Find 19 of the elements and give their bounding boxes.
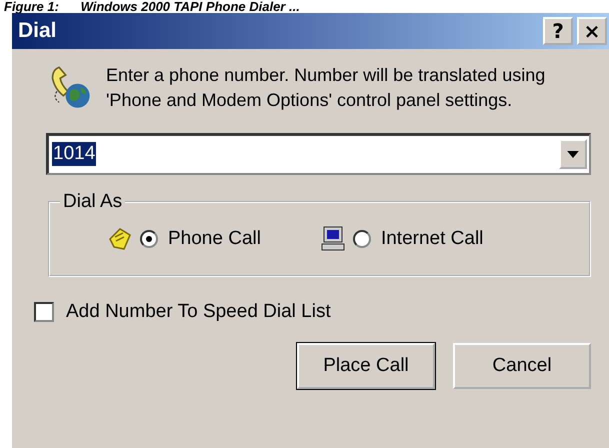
radio-label[interactable]: Internet Call bbox=[380, 228, 484, 250]
phone-number-value: 1014 bbox=[52, 142, 96, 166]
computer-icon bbox=[318, 225, 347, 253]
help-button[interactable]: ? bbox=[543, 17, 573, 45]
checkbox[interactable] bbox=[34, 302, 54, 322]
radio-button[interactable] bbox=[352, 230, 371, 248]
place-call-button[interactable]: Place Call bbox=[297, 343, 435, 389]
radio-button[interactable] bbox=[140, 230, 158, 248]
dropdown-button[interactable] bbox=[559, 139, 587, 169]
checkbox-label[interactable]: Add Number To Speed Dial List bbox=[66, 301, 331, 323]
window-title: Dial bbox=[18, 19, 57, 43]
figure-caption: Figure 1: Windows 2000 TAPI Phone Dialer ... bbox=[3, 0, 301, 13]
instruction-text: Enter a phone number. Number will be translated using 'Phone and Modem Options' control panel settings. bbox=[106, 64, 546, 112]
dropdown-arrow-icon bbox=[567, 150, 579, 158]
close-button[interactable]: × bbox=[577, 17, 607, 45]
group-label: Dial As bbox=[62, 191, 124, 213]
phone-number-combo[interactable]: 1014 bbox=[46, 133, 591, 175]
radio-label[interactable]: Phone Call bbox=[168, 228, 261, 250]
cancel-button[interactable]: Cancel bbox=[453, 343, 591, 389]
